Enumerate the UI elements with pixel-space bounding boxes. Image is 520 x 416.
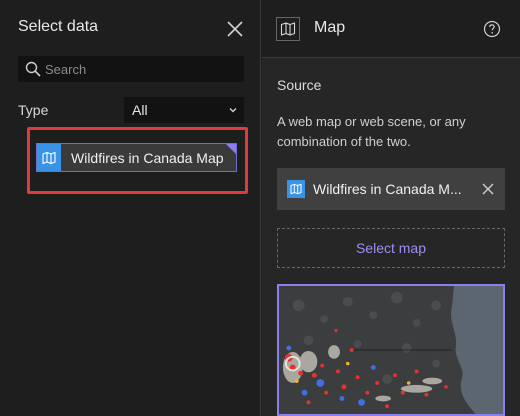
map-icon bbox=[290, 183, 302, 195]
list-item-label: Wildfires in Canada Map bbox=[71, 149, 224, 166]
selected-map-name: Wildfires in Canada M... bbox=[313, 181, 462, 197]
map-settings-panel: Map Source A web map or web scene, or an… bbox=[262, 0, 520, 416]
search-input[interactable] bbox=[45, 61, 235, 77]
item-type-badge bbox=[37, 144, 61, 171]
select-data-title: Select data bbox=[18, 18, 99, 35]
remove-map-icon[interactable] bbox=[481, 182, 495, 196]
close-icon bbox=[227, 21, 243, 37]
type-dropdown-value: All bbox=[132, 102, 148, 118]
map-panel-header: Map bbox=[262, 0, 520, 58]
type-dropdown[interactable]: All bbox=[124, 97, 244, 123]
wildfire-map-image bbox=[279, 286, 503, 414]
search-icon bbox=[25, 61, 41, 77]
list-item-wildfires-map[interactable]: Wildfires in Canada Map bbox=[36, 143, 237, 172]
map-icon bbox=[280, 22, 296, 36]
selected-map-badge bbox=[287, 180, 305, 198]
source-description: A web map or web scene, or any combinati… bbox=[277, 114, 466, 149]
chevron-down-icon bbox=[229, 108, 237, 113]
select-data-panel: Select data Type All Wildfires in Canada… bbox=[0, 0, 261, 416]
map-panel-title: Map bbox=[314, 19, 346, 36]
map-header-icon-box bbox=[276, 17, 300, 41]
source-label: Source bbox=[277, 77, 322, 93]
help-icon[interactable] bbox=[483, 20, 501, 38]
close-button[interactable] bbox=[224, 18, 246, 40]
map-icon bbox=[42, 151, 56, 164]
type-label: Type bbox=[18, 102, 49, 118]
map-thumbnail bbox=[277, 284, 505, 416]
search-box bbox=[18, 56, 244, 82]
selected-corner-marker bbox=[226, 144, 236, 154]
select-map-button[interactable]: Select map bbox=[277, 228, 505, 268]
selected-map-chip: Wildfires in Canada M... bbox=[277, 168, 505, 210]
